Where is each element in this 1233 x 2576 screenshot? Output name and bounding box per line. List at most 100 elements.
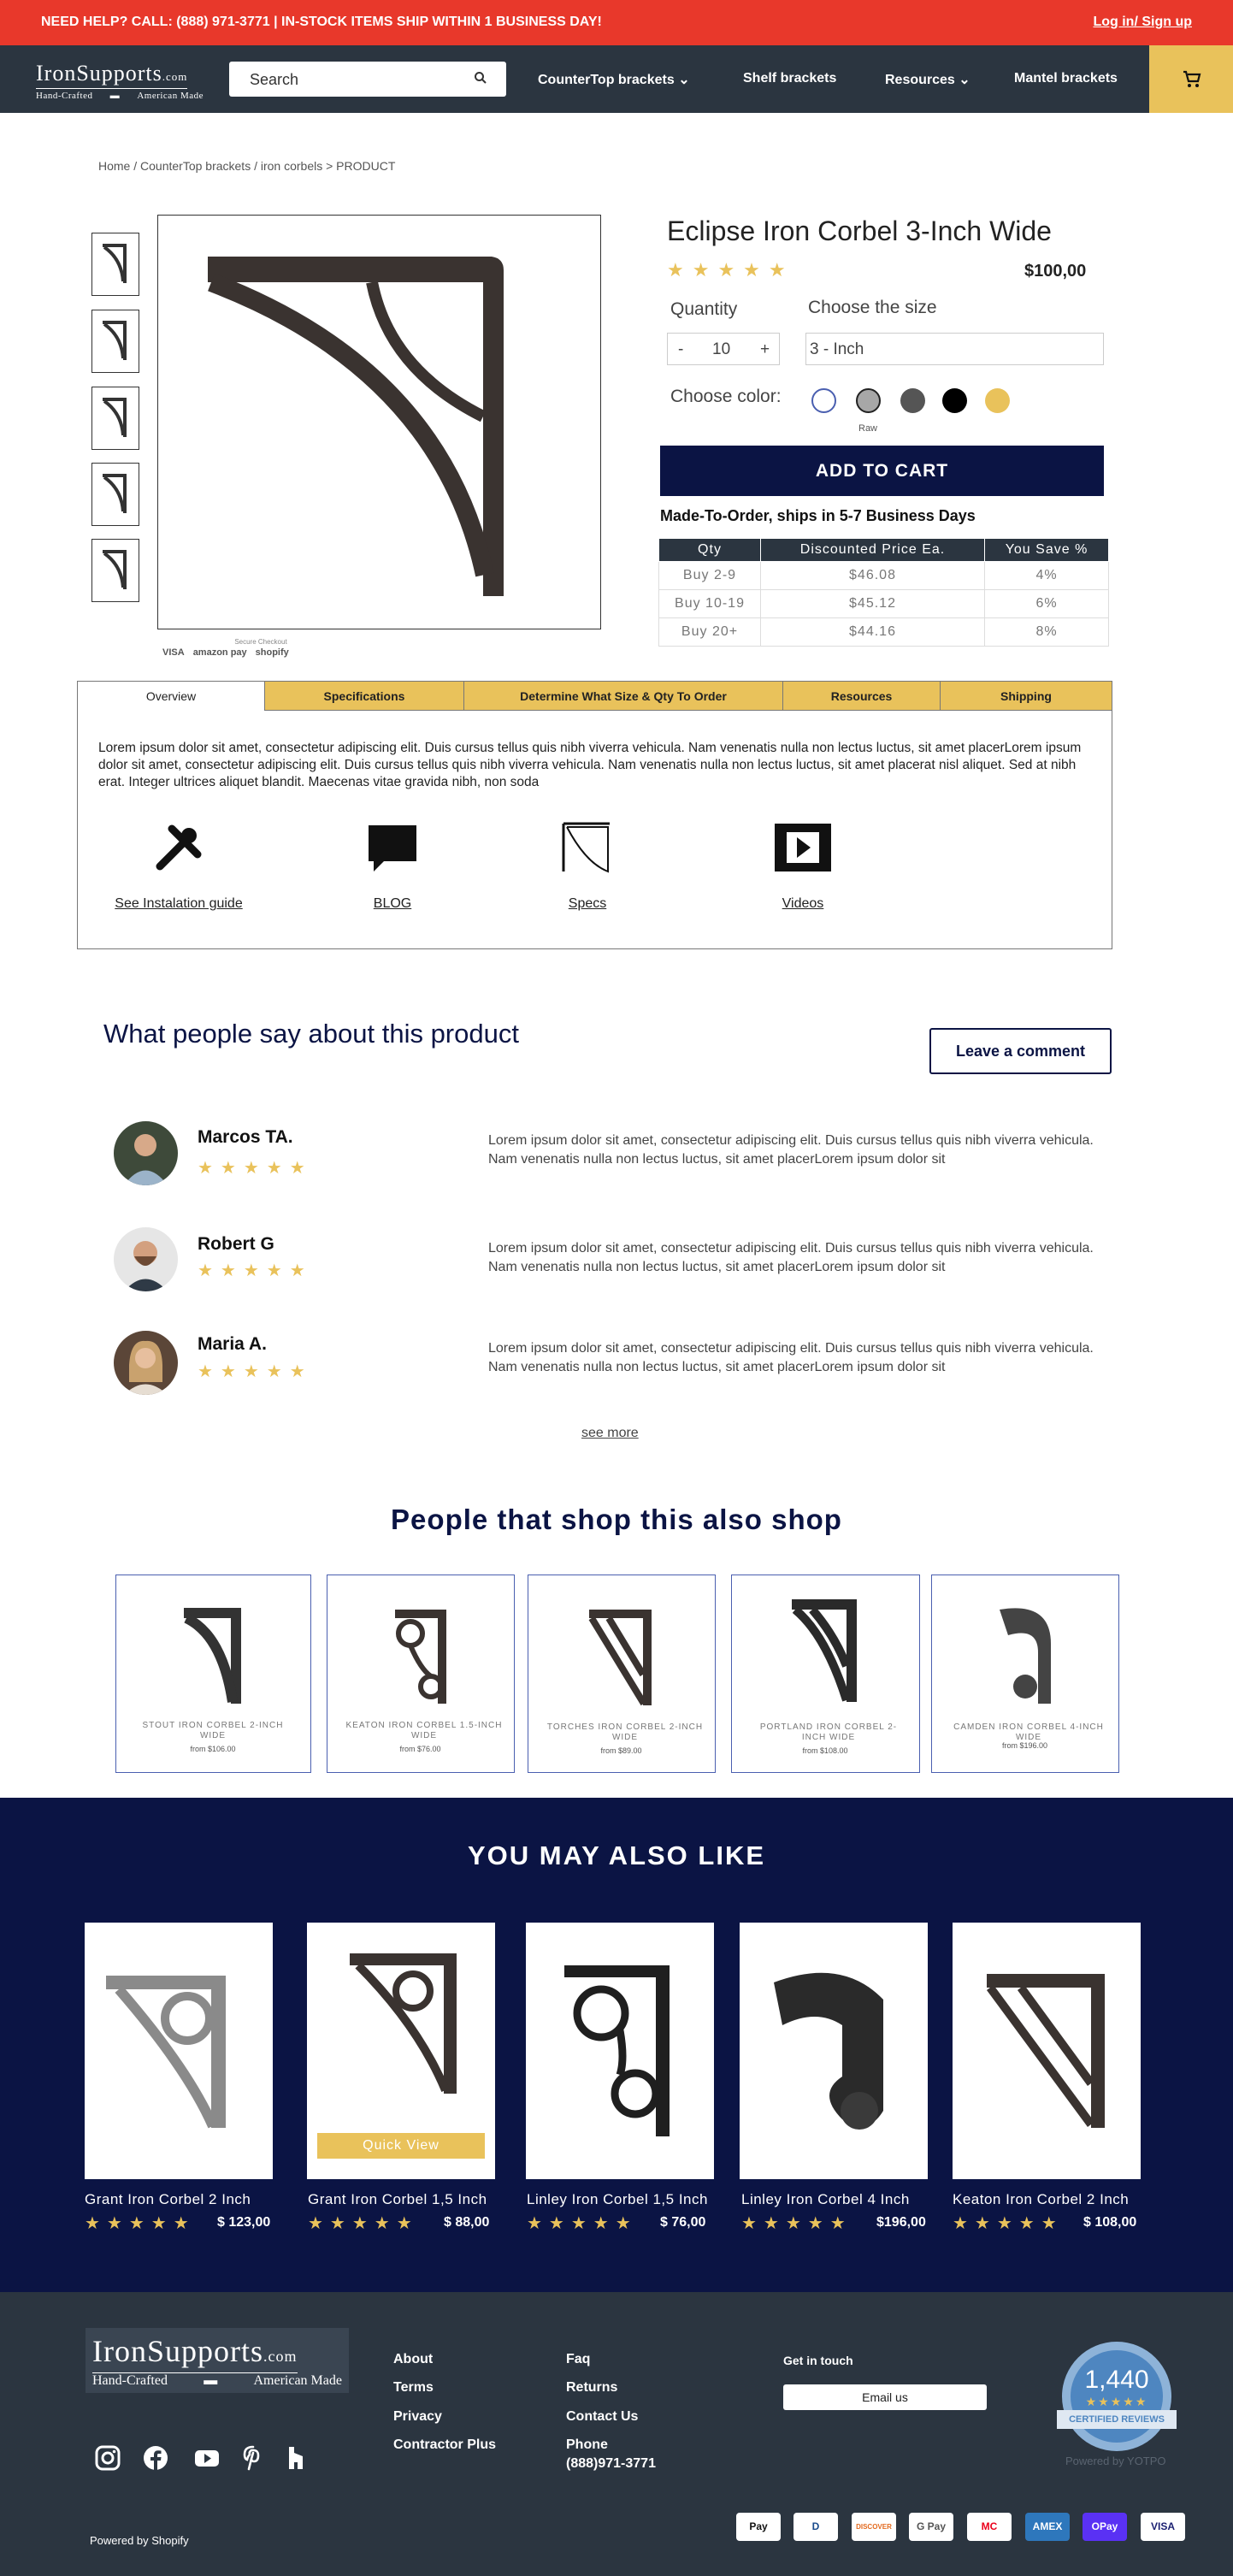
avatar (114, 1121, 178, 1185)
youtube-icon[interactable] (193, 2444, 221, 2472)
product-card[interactable]: STOUT IRON CORBEL 2-INCH WIDE from $106.… (115, 1575, 311, 1773)
color-swatch-dark-gray[interactable] (900, 388, 925, 413)
cart-icon (1183, 70, 1201, 87)
product-name[interactable]: Keaton Iron Corbel 2 Inch (953, 2191, 1129, 2208)
product-stars: ★★★★★ (527, 2214, 638, 2233)
flag-icon: ▬ (109, 91, 121, 101)
avatar (114, 1227, 178, 1291)
product-thumbnail[interactable] (91, 310, 139, 373)
corbel-image (395, 1610, 446, 1704)
color-swatch-raw[interactable] (856, 388, 881, 413)
product-card[interactable]: TORCHES IRON CORBEL 2-INCH WIDE from $89… (528, 1575, 716, 1773)
product-name[interactable]: Grant Iron Corbel 1,5 Inch (308, 2191, 487, 2208)
may-also-like-title: YOU MAY ALSO LIKE (467, 1840, 766, 1870)
product-price: from $196.00 (1001, 1741, 1048, 1750)
tab-specifications[interactable]: Specifications (265, 682, 464, 711)
color-swatch-black[interactable] (942, 388, 967, 413)
add-to-cart-button[interactable]: ADD TO CART (660, 446, 1104, 496)
yotpo-reviews-badge[interactable]: 1,440 ★★★★★ CERTIFIED REVIEWS (1053, 2337, 1180, 2463)
houzz-icon[interactable] (282, 2444, 310, 2472)
product-name[interactable]: Grant Iron Corbel 2 Inch (85, 2191, 251, 2208)
product-card[interactable] (85, 1923, 273, 2179)
nav-mantel-brackets[interactable]: Mantel brackets (1014, 71, 1118, 86)
also-shop-title: People that shop this also shop (391, 1504, 842, 1535)
search-icon[interactable] (474, 71, 487, 85)
product-price: $ 88,00 (444, 2215, 490, 2230)
product-thumbnail[interactable] (91, 463, 139, 526)
quantity-decrease-button[interactable]: - (678, 340, 683, 359)
shop-pay-icon: OPay (1083, 2513, 1127, 2541)
corbel-image (208, 257, 504, 596)
powered-by-shopify[interactable]: Powered by Shopify (90, 2534, 189, 2547)
footer-terms-link[interactable]: Terms (393, 2380, 434, 2396)
product-thumbnail[interactable] (91, 539, 139, 602)
tab-shipping[interactable]: Shipping (941, 682, 1112, 711)
product-card[interactable]: KEATON IRON CORBEL 1.5-INCH WIDE from $7… (327, 1575, 515, 1773)
facebook-icon[interactable] (142, 2444, 169, 2472)
product-price: from $108.00 (802, 1746, 848, 1755)
nav-resources[interactable]: Resources ⌄ (885, 71, 970, 88)
product-rating[interactable]: ★★★★★ (667, 259, 794, 281)
cart-button[interactable] (1149, 45, 1233, 113)
tab-overview[interactable]: Overview (78, 682, 265, 711)
product-card[interactable]: PORTLAND IRON CORBEL 2-INCH WIDE from $1… (731, 1575, 920, 1773)
color-swatch-white[interactable] (811, 388, 836, 413)
logo-suffix: .com (263, 2348, 298, 2365)
email-us-button[interactable]: Email us (783, 2384, 987, 2410)
breadcrumb[interactable]: Home / CounterTop brackets / iron corbel… (98, 159, 395, 173)
reviewer-name: Robert G (198, 1234, 274, 1254)
product-card[interactable]: Quick View (307, 1923, 495, 2179)
tab-resources[interactable]: Resources (783, 682, 941, 711)
blog-link[interactable]: BLOG (358, 820, 427, 912)
site-footer: IronSupports.com Hand-Crafted ▬ American M… (0, 2292, 1233, 2576)
leave-comment-button[interactable]: Leave a comment (929, 1028, 1112, 1074)
product-card[interactable] (740, 1923, 928, 2179)
badge-label: CERTIFIED REVIEWS (1069, 2414, 1165, 2425)
product-thumbnail[interactable] (91, 387, 139, 450)
reviewer-name: Marcos TA. (198, 1127, 293, 1147)
product-name[interactable]: Linley Iron Corbel 1,5 Inch (527, 2191, 708, 2208)
pinterest-icon[interactable] (239, 2444, 267, 2472)
size-select[interactable]: 3 - Inch (805, 333, 1104, 365)
instagram-icon[interactable] (94, 2444, 121, 2472)
announcement-bar: NEED HELP? CALL: (888) 971-3771 | IN-STO… (0, 0, 1233, 45)
quantity-value[interactable]: 10 (712, 340, 730, 359)
corbel-image (774, 1972, 883, 2130)
color-swatch-gold[interactable] (985, 388, 1010, 413)
logo-tagline-right: American Made (137, 91, 204, 101)
specs-link[interactable]: Specs (553, 820, 622, 912)
product-card[interactable]: CAMDEN IRON CORBEL 4-INCH WIDE from $196… (931, 1575, 1119, 1773)
installation-guide-link[interactable]: See Instalation guide (110, 820, 247, 912)
quantity-label: Quantity (670, 299, 738, 319)
nav-countertop-brackets[interactable]: CounterTop brackets ⌄ (538, 71, 690, 88)
product-price: from $106.00 (190, 1745, 236, 1753)
quantity-stepper[interactable]: - 10 + (667, 333, 780, 365)
nav-shelf-brackets[interactable]: Shelf brackets (743, 71, 836, 86)
search-input[interactable]: Search (229, 62, 506, 97)
overview-text: Lorem ipsum dolor sit amet, consectetur … (98, 741, 1082, 789)
product-main-image[interactable] (157, 215, 601, 629)
see-more-link[interactable]: see more (581, 1426, 639, 1441)
review-stars: ★★★★★ (198, 1362, 313, 1381)
product-card[interactable] (526, 1923, 714, 2179)
tab-determine-size[interactable]: Determine What Size & Qty To Order (464, 682, 783, 711)
login-link[interactable]: Log in/ Sign up (1093, 15, 1192, 30)
footer-contact-link[interactable]: Contact Us (566, 2409, 638, 2425)
product-card[interactable] (953, 1923, 1141, 2179)
product-name[interactable]: Linley Iron Corbel 4 Inch (741, 2191, 910, 2208)
footer-about-link[interactable]: About (393, 2352, 433, 2367)
product-stars: ★★★★★ (308, 2214, 419, 2233)
review-text: Lorem ipsum dolor sit amet, consectetur … (488, 1133, 1094, 1167)
footer-phone-number[interactable]: (888)971-3771 (566, 2456, 656, 2472)
product-price: from $89.00 (600, 1746, 642, 1755)
site-logo[interactable]: IronSupports.com Hand-Crafted ▬ American M… (36, 62, 204, 101)
footer-privacy-link[interactable]: Privacy (393, 2409, 442, 2425)
footer-contractor-plus-link[interactable]: Contractor Plus (393, 2437, 496, 2453)
videos-link[interactable]: Videos (769, 820, 837, 912)
footer-returns-link[interactable]: Returns (566, 2380, 617, 2396)
quick-view-button[interactable]: Quick View (317, 2133, 485, 2159)
footer-logo[interactable]: IronSupports.com Hand-Crafted ▬ American M… (86, 2328, 349, 2393)
product-thumbnail[interactable] (91, 233, 139, 296)
footer-faq-link[interactable]: Faq (566, 2352, 590, 2367)
quantity-increase-button[interactable]: + (760, 340, 770, 359)
